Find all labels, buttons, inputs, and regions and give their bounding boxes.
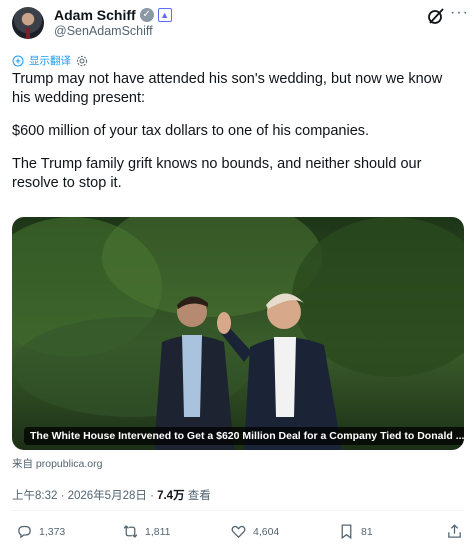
grok-icon[interactable]: [426, 6, 446, 26]
like-count: 4,604: [253, 525, 280, 538]
card-source[interactable]: 来自 propublica.org: [12, 456, 102, 471]
card-headline[interactable]: The White House Intervened to Get a $620…: [24, 427, 464, 445]
verified-badge-icon: ✓: [139, 8, 154, 22]
tweet-paragraph: The Trump family grift knows no bounds, …: [12, 156, 422, 191]
repost-button[interactable]: 1,811: [122, 523, 171, 540]
repost-icon: [123, 525, 138, 538]
tweet-paragraph: $600 million of your tax dollars to one …: [12, 123, 370, 139]
avatar[interactable]: [12, 7, 44, 39]
tweet-timestamp[interactable]: 上午8:32 · 2026年5月28日 ·: [12, 490, 157, 502]
translate-icon: [12, 55, 24, 66]
author-name-row[interactable]: Adam Schiff ✓ ▲: [54, 7, 172, 23]
government-badge-icon: ▲: [157, 8, 172, 22]
author-name[interactable]: Adam Schiff: [54, 7, 136, 23]
author-handle[interactable]: @SenAdamSchiff: [54, 24, 153, 38]
reply-button[interactable]: 1,373: [16, 523, 65, 540]
bookmark-button[interactable]: 81: [338, 523, 373, 540]
bookmark-icon: [341, 524, 352, 540]
more-options-icon[interactable]: ···: [450, 4, 469, 22]
tweet-text: Trump may not have attended his son's we…: [12, 70, 464, 207]
divider: [12, 510, 464, 511]
heart-icon: [231, 525, 246, 539]
reply-icon: [18, 525, 31, 539]
card-photo: [12, 217, 464, 450]
tweet-paragraph: Trump may not have attended his son's we…: [12, 71, 443, 106]
show-translation-label[interactable]: 显示翻译: [29, 53, 71, 68]
share-button[interactable]: [446, 523, 463, 540]
reply-count: 1,373: [39, 525, 66, 538]
bookmark-count: 81: [361, 525, 373, 538]
show-translation-link[interactable]: 显示翻译: [12, 53, 88, 68]
share-icon: [448, 524, 461, 538]
repost-count: 1,811: [145, 525, 171, 538]
tweet-meta: 上午8:32 · 2026年5月28日 · 7.4万 查看: [12, 487, 211, 503]
views-count: 7.4万: [157, 490, 185, 502]
translation-settings-icon[interactable]: [76, 55, 88, 67]
link-card[interactable]: The White House Intervened to Get a $620…: [12, 217, 464, 450]
like-button[interactable]: 4,604: [230, 523, 279, 540]
views-label: 查看: [184, 490, 211, 502]
